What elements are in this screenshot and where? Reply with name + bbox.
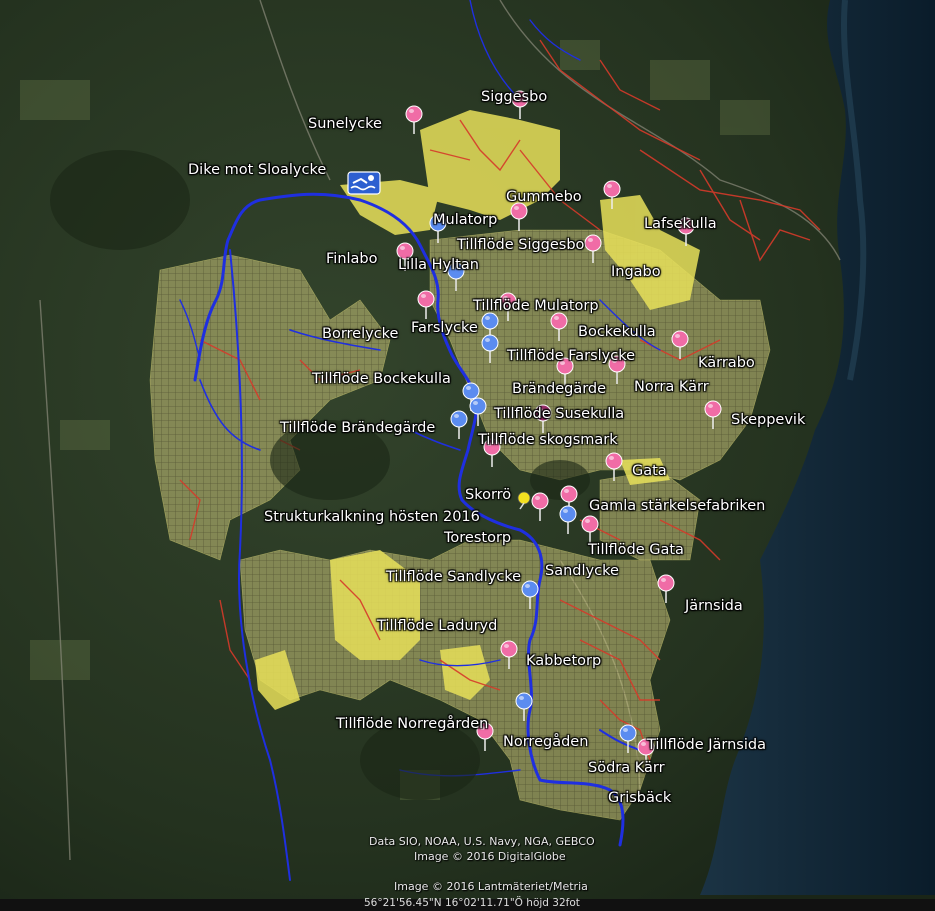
attribution-data-sources: Data SIO, NOAA, U.S. Navy, NGA, GEBCO [369,835,595,848]
coordinate-readout: 56°21'56.45"N 16°02'11.71"Ö höjd 32fot [364,897,580,909]
place-label-farslycke[interactable]: Farslycke [411,320,478,336]
pink-placemark-pin[interactable] [603,180,621,210]
map-imagery [0,0,935,911]
place-label-sandlycke[interactable]: Sandlycke [545,563,619,579]
place-label-tf-jarnsida[interactable]: Tillflöde Järnsida [647,737,766,753]
blue-placemark-pin[interactable] [481,334,499,364]
blue-placemark-pin[interactable] [469,397,487,427]
place-label-sodra-karr[interactable]: Södra Kärr [588,760,665,776]
place-label-grisback[interactable]: Grisbäck [608,790,671,806]
attribution-lantmateriet: Image © 2016 Lantmäteriet/Metria [394,880,588,893]
place-label-skorro[interactable]: Skorrö [465,487,511,503]
place-label-tf-brandegarde[interactable]: Tillflöde Brändegärde [280,420,435,436]
place-label-tf-farslycke[interactable]: Tillflöde Farslycke [507,348,635,364]
place-label-gata[interactable]: Gata [632,463,667,479]
place-label-tf-sandlycke[interactable]: Tillflöde Sandlycke [386,569,521,585]
place-label-ingabo[interactable]: Ingabo [611,264,661,280]
place-label-finlabo[interactable]: Finlabo [326,251,378,267]
place-label-borrelycke[interactable]: Borrelycke [322,326,398,342]
place-label-kabbetorp[interactable]: Kabbetorp [526,653,601,669]
pink-placemark-pin[interactable] [550,312,568,342]
place-label-jarnsida[interactable]: Järnsida [685,598,743,614]
attribution-digitalglobe: Image © 2016 DigitalGlobe [414,850,566,863]
place-label-tf-mulatorp[interactable]: Tillflöde Mulatorp [473,298,599,314]
pink-placemark-pin[interactable] [605,452,623,482]
place-label-dike[interactable]: Dike mot Sloalycke [188,162,326,178]
status-bar: 56°21'56.45"N 16°02'11.71"Ö höjd 32fot [0,897,935,911]
pink-placemark-pin[interactable] [581,515,599,545]
place-label-tf-gata[interactable]: Tillflöde Gata [588,542,684,558]
blue-placemark-pin[interactable] [521,580,539,610]
pink-placemark-pin[interactable] [417,290,435,320]
place-label-karrabo[interactable]: Kärrabo [698,355,755,371]
pink-placemark-pin[interactable] [405,105,423,135]
place-label-tf-norregarden[interactable]: Tillflöde Norregården [336,716,488,732]
place-label-struktur[interactable]: Strukturkalkning hösten 2016 [264,509,480,525]
blue-placemark-pin[interactable] [559,505,577,535]
place-label-bockekulla[interactable]: Bockekulla [578,324,656,340]
place-label-gummebo[interactable]: Gummebo [506,189,582,205]
place-label-tf-skogsmark[interactable]: Tillflöde skogsmark [478,432,618,448]
satellite-map-view[interactable]: Siggesbo Sunelycke Dike mot Sloalycke Gumme… [0,0,935,911]
blue-placemark-pin[interactable] [515,692,533,722]
pink-placemark-pin[interactable] [500,640,518,670]
place-label-gamla[interactable]: Gamla stärkelsefabriken [589,498,765,514]
place-label-lilla-hyltan[interactable]: Lilla Hyltan [398,257,479,273]
pink-placemark-pin[interactable] [584,234,602,264]
place-label-sunelycke[interactable]: Sunelycke [308,116,382,132]
pink-placemark-pin[interactable] [704,400,722,430]
place-label-tf-bockekulla[interactable]: Tillflöde Bockekulla [312,371,451,387]
yellow-pushpin-icon[interactable] [514,490,534,510]
place-label-norra-karr[interactable]: Norra Kärr [634,379,709,395]
place-label-norregaden[interactable]: Norregåden [503,734,588,750]
pink-placemark-pin[interactable] [657,574,675,604]
blue-placemark-pin[interactable] [619,724,637,754]
place-label-skeppevik[interactable]: Skeppevik [731,412,805,428]
blue-placemark-pin[interactable] [450,410,468,440]
pink-placemark-pin[interactable] [671,330,689,360]
place-label-siggesbo[interactable]: Siggesbo [481,89,547,105]
place-label-lafsekulla[interactable]: Lafsekulla [644,216,717,232]
place-label-tf-siggesbo[interactable]: Tillflöde Siggesbo [457,237,584,253]
water-icon[interactable] [347,171,381,195]
place-label-mulatorp[interactable]: Mulatorp [433,212,497,228]
place-label-brandegarde[interactable]: Brändegärde [512,381,606,397]
place-label-tf-susekulla[interactable]: Tillflöde Susekulla [494,406,624,422]
place-label-tf-laduryd[interactable]: Tillflöde Laduryd [377,618,497,634]
place-label-torestorp[interactable]: Torestorp [444,530,511,546]
pink-placemark-pin[interactable] [510,202,528,232]
